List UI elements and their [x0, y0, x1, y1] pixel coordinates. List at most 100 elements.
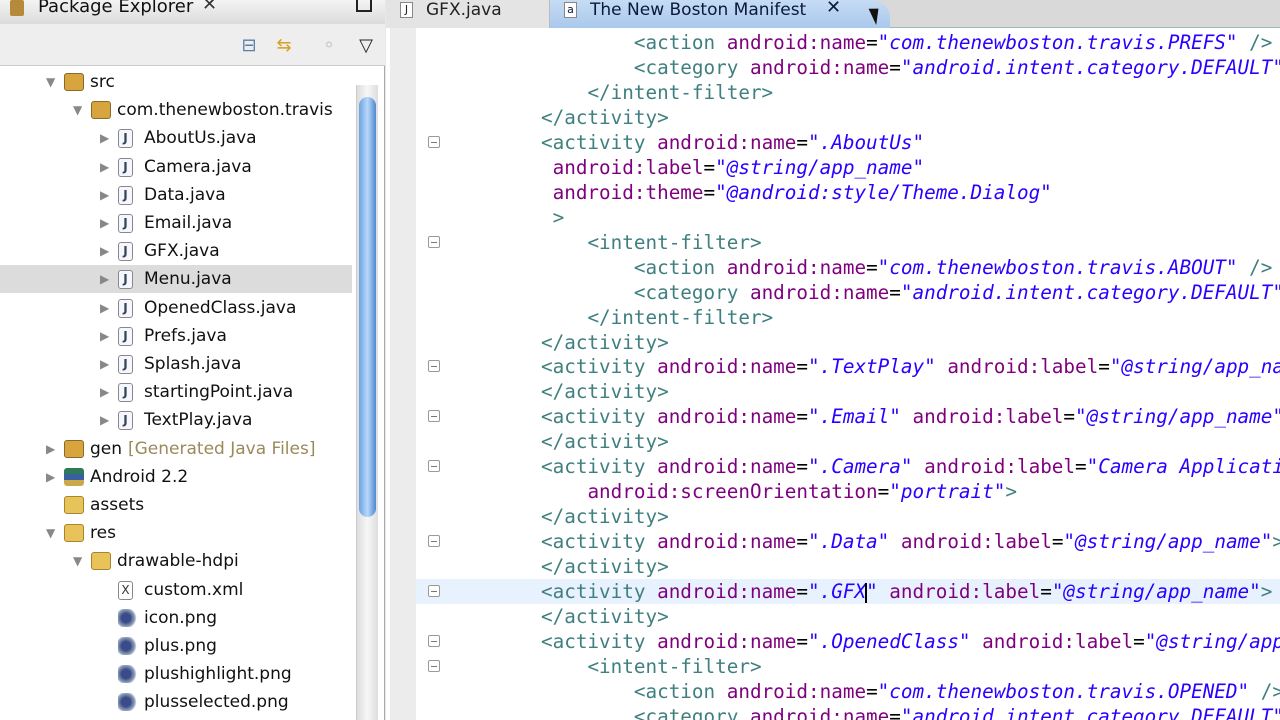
code-token-attr: android:name	[726, 255, 867, 279]
code-line[interactable]: <activity android:name=".TextPlay" andro…	[541, 354, 1280, 379]
code-line[interactable]: >	[541, 205, 565, 230]
tree-item[interactable]: ▶ J OpenedClass.java	[0, 294, 352, 322]
code-line[interactable]: </activity>	[541, 105, 669, 130]
tree-item[interactable]: ▶ J Camera.java	[0, 153, 352, 181]
collapsed-arrow-icon[interactable]: ▶	[100, 209, 109, 237]
close-tab-icon[interactable]: ✕	[826, 0, 841, 18]
expanded-arrow-icon[interactable]: ▼	[46, 68, 55, 96]
code-token-val: "@android:style/Theme.Dialog"	[715, 180, 1052, 204]
collapsed-arrow-icon[interactable]: ▶	[46, 435, 55, 463]
code-line[interactable]: </activity>	[541, 379, 669, 404]
fold-toggle-icon[interactable]	[428, 585, 440, 598]
collapsed-arrow-icon[interactable]: ▶	[100, 378, 109, 406]
code-line[interactable]: </activity>	[541, 504, 669, 529]
code-line[interactable]: <activity android:name=".AboutUs"	[541, 130, 924, 155]
tree-item[interactable]: ▶ J AboutUs.java	[0, 124, 352, 152]
tab-manifest[interactable]: a The New Boston Manifest ✕	[550, 0, 890, 28]
tree-item[interactable]: ▶ gen [Generated Java Files]	[0, 435, 352, 463]
fold-toggle-icon[interactable]	[428, 360, 440, 373]
tree-scrollbar[interactable]	[356, 85, 378, 720]
code-line[interactable]: <activity android:name=".Data" android:l…	[541, 529, 1280, 554]
tree-item[interactable]: ▶ J Prefs.java	[0, 322, 352, 350]
fold-toggle-icon[interactable]	[428, 235, 440, 248]
tree-item[interactable]: Xcustom.xml	[0, 576, 352, 604]
collapsed-arrow-icon[interactable]: ▶	[100, 181, 109, 209]
code-line[interactable]: </activity>	[541, 604, 669, 629]
expanded-arrow-icon[interactable]: ▼	[46, 519, 55, 547]
code-token-attr: android:name	[657, 355, 797, 379]
code-line[interactable]: android:screenOrientation="portrait">	[541, 479, 1017, 504]
tree-item[interactable]: icon.png	[0, 604, 352, 632]
code-line[interactable]: android:label="@string/app_name"	[541, 155, 924, 180]
code-line[interactable]: <intent-filter>	[541, 230, 761, 255]
code-line[interactable]: <action android:name="com.thenewboston.t…	[541, 255, 1272, 280]
java-file-icon: J	[118, 326, 133, 346]
code-line[interactable]: <category android:name="android.intent.c…	[541, 704, 1280, 720]
close-view-icon[interactable]: ✕	[202, 0, 217, 15]
collapsed-arrow-icon[interactable]: ▶	[100, 406, 109, 434]
xml-editor[interactable]: <action android:name="com.thenewboston.t…	[386, 28, 1280, 720]
fold-toggle-icon[interactable]	[428, 535, 440, 548]
tree-item-label: src	[90, 72, 115, 92]
code-token-tag: <action	[633, 31, 727, 54]
collapsed-arrow-icon[interactable]: ▶	[100, 322, 109, 350]
code-line[interactable]: <intent-filter>	[541, 654, 761, 679]
tree-item[interactable]: ▶ J Email.java	[0, 209, 352, 237]
collapsed-arrow-icon[interactable]: ▶	[46, 463, 55, 491]
code-line[interactable]: android:theme="@android:style/Theme.Dial…	[541, 180, 1052, 205]
fold-toggle-icon[interactable]	[428, 410, 440, 423]
tree-item[interactable]: ▼ drawable-hdpi	[0, 547, 352, 575]
filter-icon[interactable]: ⚬	[318, 36, 340, 56]
collapsed-arrow-icon[interactable]: ▶	[100, 124, 109, 152]
tab-gfx-java[interactable]: J GFX.java	[386, 0, 550, 28]
tree-item[interactable]: ▶ Android 2.2	[0, 463, 352, 491]
link-with-editor-icon[interactable]: ⇆	[273, 36, 295, 56]
collapse-all-icon[interactable]: ⊟	[238, 36, 260, 56]
code-line[interactable]: <action android:name="com.thenewboston.t…	[541, 679, 1280, 704]
code-line[interactable]: </activity>	[541, 330, 669, 355]
tree-item[interactable]: ▶ J Splash.java	[0, 350, 352, 378]
fold-toggle-icon[interactable]	[428, 635, 440, 648]
code-line[interactable]: </intent-filter>	[541, 80, 773, 105]
code-line[interactable]: <category android:name="android.intent.c…	[541, 55, 1280, 80]
code-token-tag: <activity	[541, 130, 658, 154]
code-line[interactable]: </activity>	[541, 429, 669, 454]
tree-scrollbar-thumb[interactable]	[359, 97, 376, 517]
fold-toggle-icon[interactable]	[428, 135, 440, 148]
tree-item[interactable]: ▼ src	[0, 68, 352, 96]
tree-item[interactable]: plushighlight.png	[0, 660, 352, 688]
view-menu-icon[interactable]: ▽	[355, 36, 377, 56]
tree-item[interactable]: ▶ J Data.java	[0, 181, 352, 209]
code-line[interactable]: <action android:name="com.thenewboston.t…	[541, 30, 1272, 55]
tab-label: The New Boston Manifest	[590, 0, 807, 20]
tree-item[interactable]: ▶ J TextPlay.java	[0, 406, 352, 434]
collapsed-arrow-icon[interactable]: ▶	[100, 237, 109, 265]
xml-file-icon: X	[118, 580, 133, 600]
code-line[interactable]: </intent-filter>	[541, 305, 773, 330]
code-line[interactable]: </activity>	[541, 554, 669, 579]
code-line[interactable]: <activity android:name=".Camera" android…	[541, 454, 1280, 479]
tree-item[interactable]: ▶ JstartingPoint.java	[0, 378, 352, 406]
tree-item[interactable]: ▼ res	[0, 519, 352, 547]
fold-toggle-icon[interactable]	[428, 460, 440, 473]
collapsed-arrow-icon[interactable]: ▶	[100, 350, 109, 378]
tree-item[interactable]: plus.png	[0, 632, 352, 660]
expanded-arrow-icon[interactable]: ▼	[73, 547, 82, 575]
tree-item[interactable]: plusselected.png	[0, 688, 352, 716]
tree-item[interactable]: assets	[0, 491, 352, 519]
code-line[interactable]: <activity android:name=".Email" android:…	[541, 404, 1280, 429]
tree-item[interactable]: ▶ J GFX.java	[0, 237, 352, 265]
code-area[interactable]: <action android:name="com.thenewboston.t…	[386, 28, 1280, 720]
collapsed-arrow-icon[interactable]: ▶	[100, 294, 109, 322]
collapsed-arrow-icon[interactable]: ▶	[100, 265, 109, 293]
tree-item[interactable]: ▶ J Menu.java	[0, 265, 352, 294]
code-line[interactable]: <category android:name="android.intent.c…	[541, 280, 1280, 305]
fold-toggle-icon[interactable]	[428, 660, 440, 672]
tree-item[interactable]: ▼ com.thenewboston.travis	[0, 96, 352, 124]
code-line[interactable]: <activity android:name=".GFX" android:la…	[541, 579, 1272, 604]
code-line[interactable]: <activity android:name=".OpenedClass" an…	[541, 629, 1280, 654]
collapsed-arrow-icon[interactable]: ▶	[100, 153, 109, 181]
maximize-view-button[interactable]	[356, 0, 372, 12]
expanded-arrow-icon[interactable]: ▼	[73, 96, 82, 124]
code-token-val: "@string/app_name"	[1051, 580, 1261, 604]
